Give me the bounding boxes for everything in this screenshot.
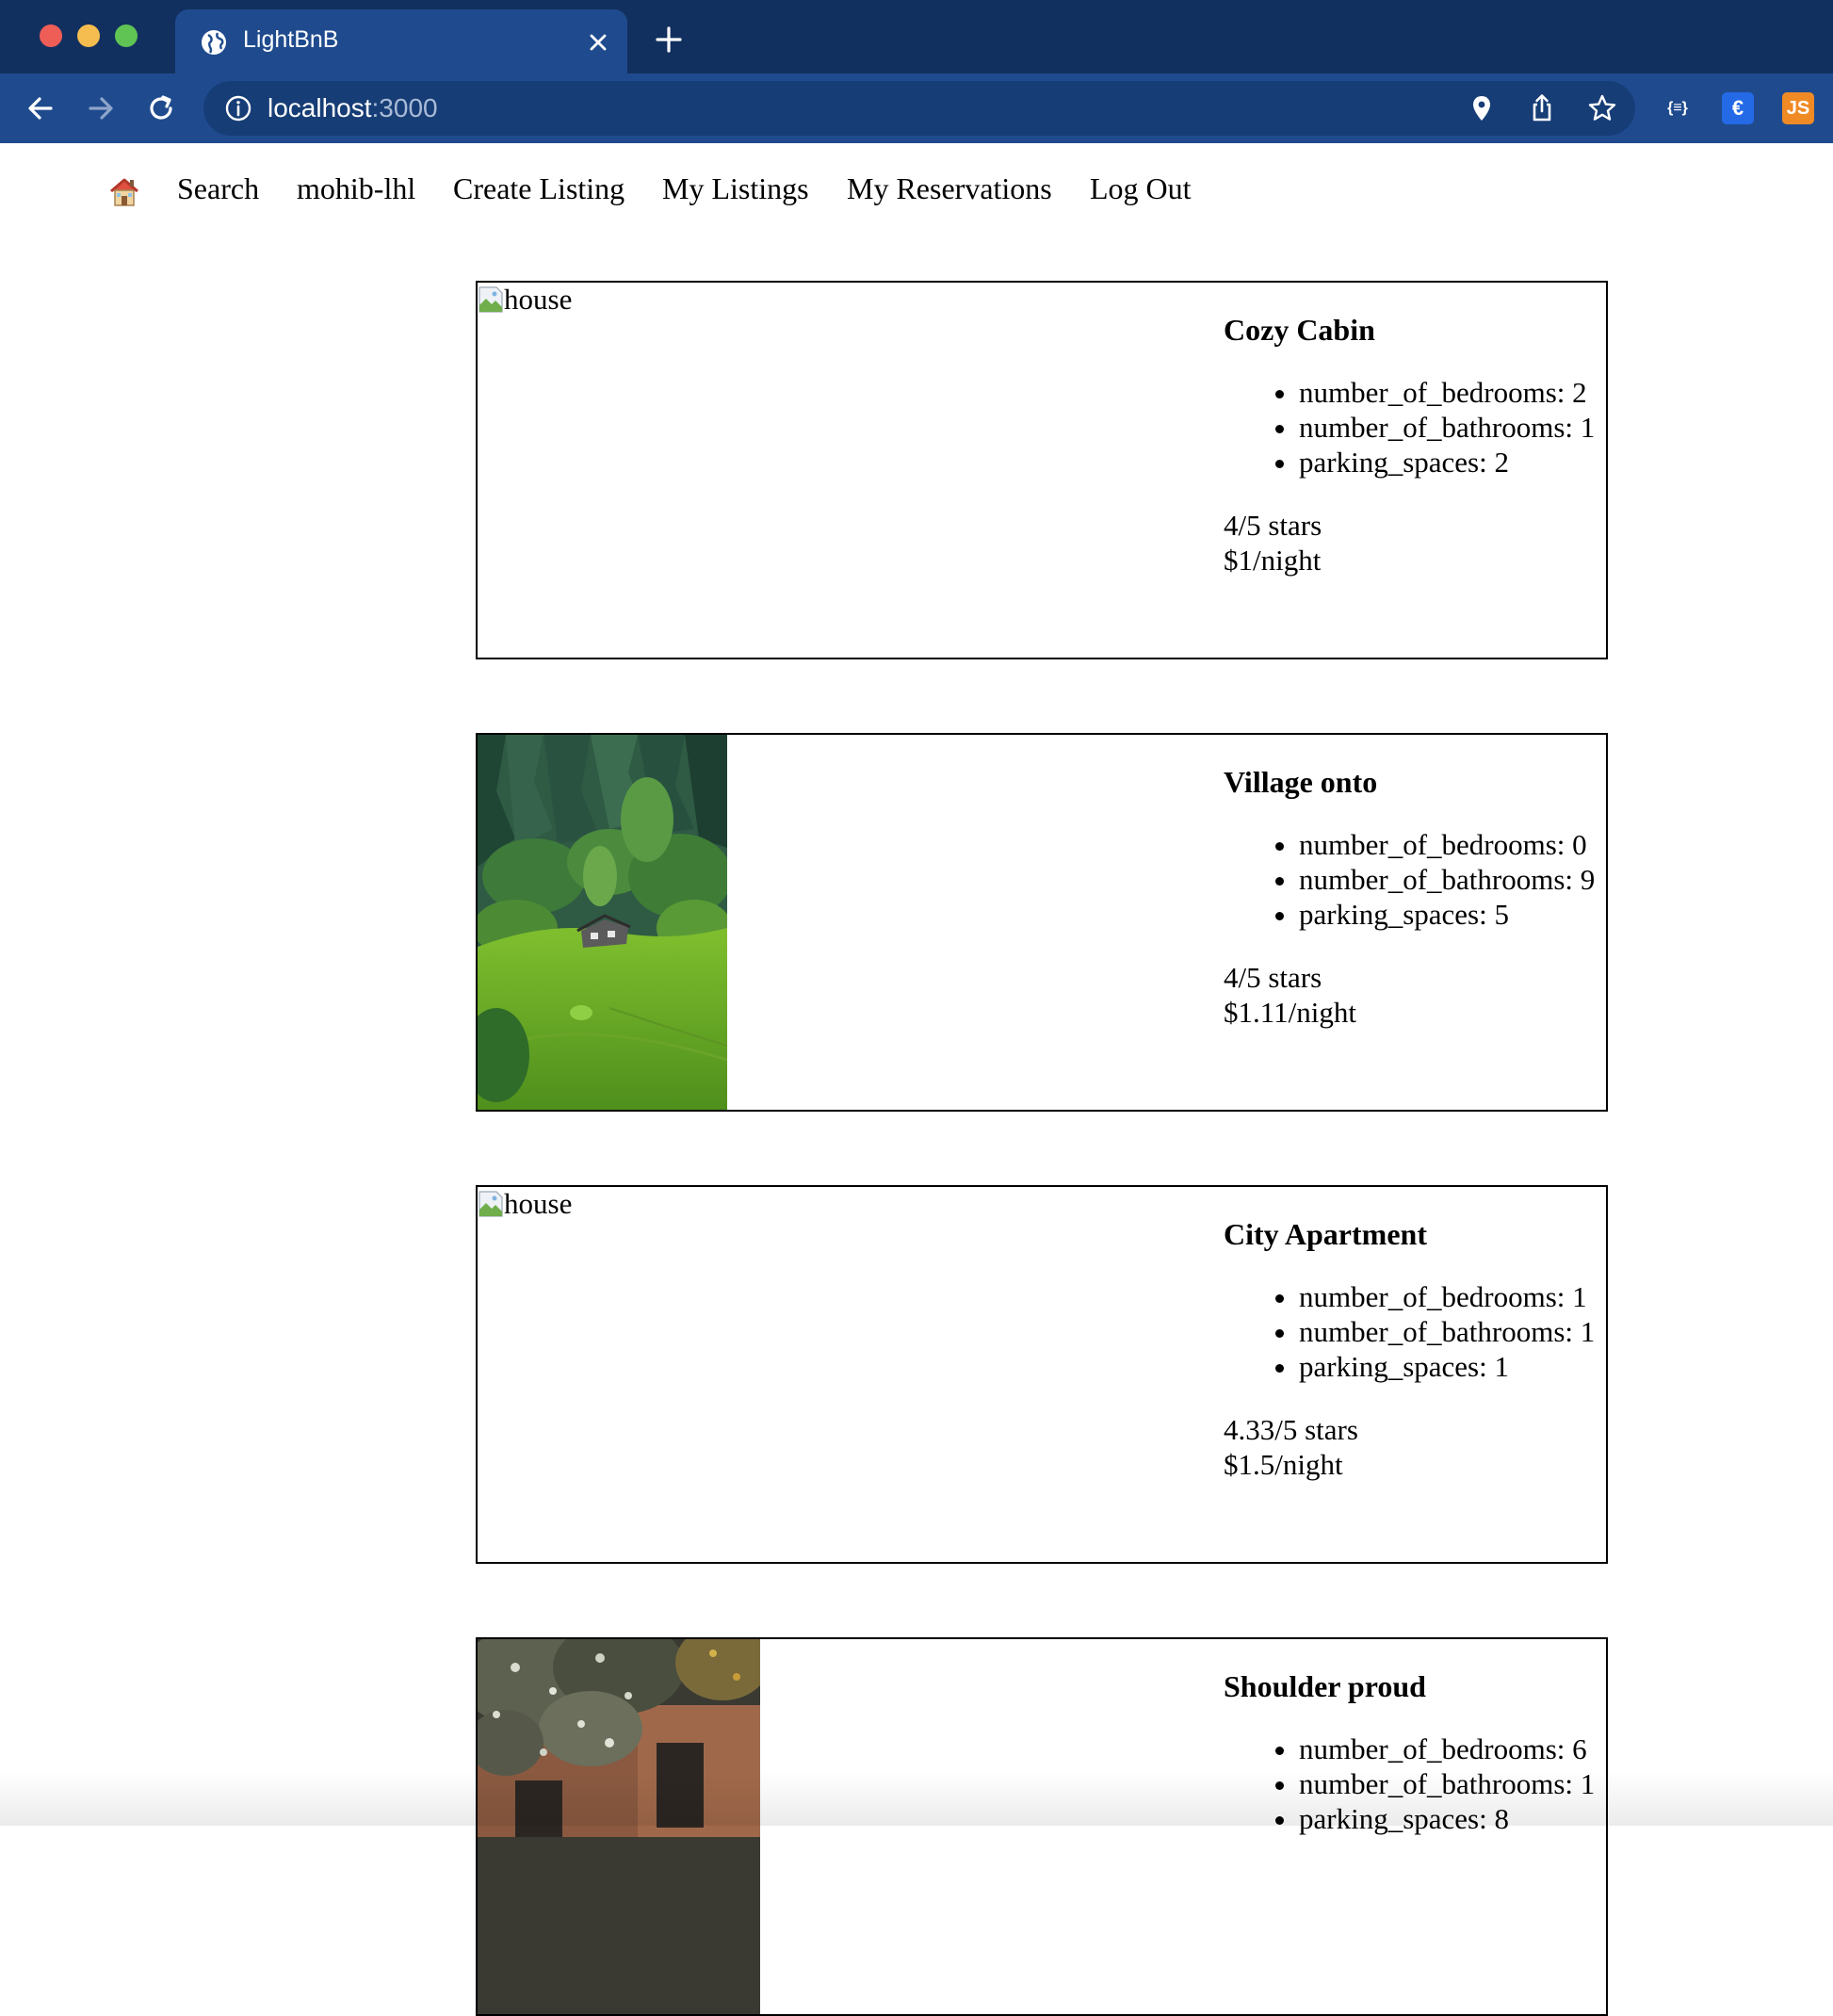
listing-details: Cozy Cabin number_of_bedrooms: 2 number_…	[1224, 311, 1606, 577]
window-minimize-button[interactable]	[77, 24, 100, 47]
nav-username[interactable]: mohib-lhl	[297, 171, 415, 206]
parking-item: parking_spaces: 5	[1299, 897, 1606, 932]
nav-my-reservations-link[interactable]: My Reservations	[847, 171, 1052, 206]
json-formatter-extension-icon[interactable]: {≡}	[1662, 92, 1694, 124]
new-tab-plus-icon[interactable]	[654, 24, 684, 55]
globe-icon	[202, 30, 226, 55]
location-pin-icon[interactable]	[1466, 92, 1498, 124]
bedrooms-item: number_of_bedrooms: 0	[1299, 827, 1606, 862]
bedrooms-item: number_of_bedrooms: 1	[1299, 1279, 1606, 1314]
image-alt-text: house	[504, 1187, 573, 1220]
listing-image-broken: house	[478, 1187, 572, 1225]
window-close-button[interactable]	[40, 24, 62, 47]
site-info-icon[interactable]	[224, 94, 252, 122]
listing-details: Village onto number_of_bedrooms: 0 numbe…	[1224, 763, 1606, 1030]
broken-image-icon	[479, 286, 503, 313]
parking-item: parking_spaces: 1	[1299, 1349, 1606, 1384]
listing-details: City Apartment number_of_bedrooms: 1 num…	[1224, 1215, 1606, 1482]
listing-title: Cozy Cabin	[1224, 313, 1375, 347]
browser-tab-bar: LightBnB	[0, 0, 1833, 73]
bookmark-star-icon[interactable]	[1586, 92, 1618, 124]
browser-toolbar: localhost:3000 {≡} € JS	[0, 73, 1833, 143]
listing-features: number_of_bedrooms: 0 number_of_bathroom…	[1224, 827, 1606, 932]
listing-price: $1/night	[1224, 544, 1322, 577]
listing-rating: 4/5 stars	[1224, 961, 1322, 994]
listing-rating: 4.33/5 stars	[1224, 1413, 1358, 1446]
nav-search-link[interactable]: Search	[177, 171, 259, 206]
site-navigation: Search mohib-lhl Create Listing My Listi…	[0, 143, 1833, 237]
forward-arrow-icon[interactable]	[83, 90, 119, 126]
nav-create-listing-link[interactable]: Create Listing	[453, 171, 625, 206]
listing-card: Shoulder proud number_of_bedrooms: 6 num…	[476, 1637, 1608, 2016]
address-bar[interactable]: localhost:3000	[203, 81, 1635, 136]
broken-image-icon	[479, 1191, 503, 1217]
listing-card: Village onto number_of_bedrooms: 0 numbe…	[476, 733, 1608, 1112]
listing-title: Village onto	[1224, 765, 1378, 799]
url-text: localhost:3000	[268, 93, 438, 123]
window-zoom-button[interactable]	[115, 24, 138, 47]
javascript-extension-icon[interactable]: JS	[1782, 92, 1814, 124]
bathrooms-item: number_of_bathrooms: 9	[1299, 862, 1606, 897]
nav-log-out-link[interactable]: Log Out	[1090, 171, 1192, 206]
listing-features: number_of_bedrooms: 2 number_of_bathroom…	[1224, 375, 1606, 480]
bedrooms-item: number_of_bedrooms: 2	[1299, 375, 1606, 410]
listing-rating: 4/5 stars	[1224, 509, 1322, 542]
currency-extension-icon[interactable]: €	[1722, 92, 1754, 124]
listing-image-broken: house	[478, 283, 572, 320]
listing-details: Shoulder proud number_of_bedrooms: 6 num…	[1224, 1667, 1606, 1836]
browser-tab-active[interactable]: LightBnB	[175, 9, 627, 73]
home-icon[interactable]	[107, 175, 141, 209]
reload-icon[interactable]	[143, 90, 179, 126]
bathrooms-item: number_of_bathrooms: 1	[1299, 410, 1606, 445]
tab-title: LightBnB	[243, 26, 339, 53]
url-port: :3000	[371, 93, 438, 122]
url-host: localhost	[268, 93, 372, 122]
bathrooms-item: number_of_bathrooms: 1	[1299, 1766, 1606, 1801]
parking-item: parking_spaces: 2	[1299, 445, 1606, 480]
bathrooms-item: number_of_bathrooms: 1	[1299, 1314, 1606, 1349]
listing-photo	[478, 735, 727, 1110]
listing-card: house City Apartment number_of_bedrooms:…	[476, 1185, 1608, 1564]
bedrooms-item: number_of_bedrooms: 6	[1299, 1731, 1606, 1766]
share-icon[interactable]	[1526, 92, 1558, 124]
listing-price: $1.11/night	[1224, 996, 1356, 1029]
listing-card: house Cozy Cabin number_of_bedrooms: 2 n…	[476, 281, 1608, 659]
listing-photo	[478, 1639, 760, 2014]
listing-features: number_of_bedrooms: 1 number_of_bathroom…	[1224, 1279, 1606, 1384]
listing-price: $1.5/night	[1224, 1448, 1343, 1481]
close-icon[interactable]	[586, 30, 610, 55]
nav-my-listings-link[interactable]: My Listings	[662, 171, 809, 206]
listing-features: number_of_bedrooms: 6 number_of_bathroom…	[1224, 1731, 1606, 1836]
listing-title: Shoulder proud	[1224, 1669, 1426, 1703]
parking-item: parking_spaces: 8	[1299, 1801, 1606, 1836]
listing-title: City Apartment	[1224, 1217, 1427, 1251]
back-arrow-icon[interactable]	[23, 90, 58, 126]
image-alt-text: house	[504, 283, 573, 316]
